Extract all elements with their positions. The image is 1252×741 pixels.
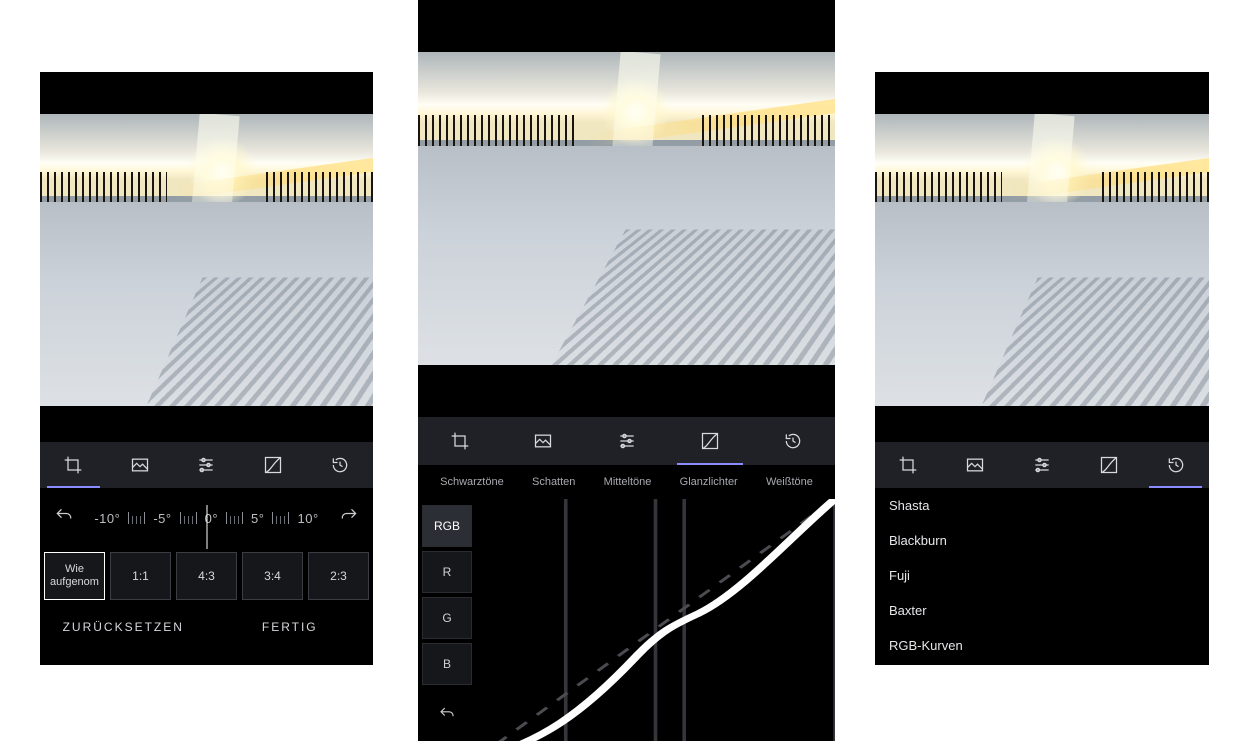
edit-toolbar xyxy=(40,442,373,488)
image-tab[interactable] xyxy=(501,417,584,465)
history-tab[interactable] xyxy=(306,442,373,488)
rotate-left-icon[interactable] xyxy=(54,506,74,529)
letterbox xyxy=(418,365,835,417)
footer-bar: ZURÜCKSETZEN FERTIG xyxy=(40,604,373,650)
phone-curves-screen: Schwarztöne Schatten Mitteltöne Glanzlic… xyxy=(418,0,835,741)
deg-label: 10° xyxy=(297,511,318,526)
crop-tab[interactable] xyxy=(40,442,107,488)
aspect-1-1-button[interactable]: 1:1 xyxy=(110,552,171,600)
channel-column: RGB R G B xyxy=(418,499,476,741)
phone-crop-screen: -10° -5° 0° 5° 10° Wie aufgenom 1:1 4:3 … xyxy=(40,72,373,665)
rotate-right-icon[interactable] xyxy=(339,506,359,529)
tone-shadows[interactable]: Schatten xyxy=(532,476,575,488)
curves-tab[interactable] xyxy=(668,417,751,465)
preset-baxter[interactable]: Baxter xyxy=(875,593,1209,628)
channel-g-button[interactable]: G xyxy=(422,597,472,639)
tone-whites[interactable]: Weißtöne xyxy=(766,476,813,488)
phone-presets-screen: Shasta Blackburn Fuji Baxter RGB-Kurven … xyxy=(875,72,1209,665)
preview-image[interactable] xyxy=(418,52,835,365)
sliders-tab[interactable] xyxy=(173,442,240,488)
tone-blacks[interactable]: Schwarztöne xyxy=(440,476,504,488)
tone-zone-tabs: Schwarztöne Schatten Mitteltöne Glanzlic… xyxy=(418,465,835,499)
deg-label: -5° xyxy=(153,511,171,526)
sliders-tab[interactable] xyxy=(585,417,668,465)
curve-editor: RGB R G B xyxy=(418,499,835,741)
image-tab[interactable] xyxy=(942,442,1009,488)
preset-fuji[interactable]: Fuji xyxy=(875,558,1209,593)
aspect-2-3-button[interactable]: 2:3 xyxy=(308,552,369,600)
preset-as-shot[interactable]: Wie aufgenommen xyxy=(875,663,1209,665)
sliders-tab[interactable] xyxy=(1009,442,1076,488)
curves-tab[interactable] xyxy=(240,442,307,488)
letterbox xyxy=(875,406,1209,442)
preset-rgb-curves[interactable]: RGB-Kurven xyxy=(875,628,1209,663)
edit-toolbar xyxy=(875,442,1209,488)
image-tab[interactable] xyxy=(107,442,174,488)
tone-midtones[interactable]: Mitteltöne xyxy=(604,476,652,488)
center-tick xyxy=(206,505,207,549)
undo-curve-icon[interactable] xyxy=(422,697,472,731)
deg-label: -10° xyxy=(94,511,120,526)
crop-tab[interactable] xyxy=(875,442,942,488)
done-button[interactable]: FERTIG xyxy=(207,619,374,635)
preset-list: Shasta Blackburn Fuji Baxter RGB-Kurven … xyxy=(875,488,1209,665)
aspect-4-3-button[interactable]: 4:3 xyxy=(176,552,237,600)
edit-toolbar xyxy=(418,417,835,465)
preview-image[interactable] xyxy=(875,114,1209,406)
deg-label: 5° xyxy=(251,511,264,526)
curve-canvas[interactable] xyxy=(476,499,835,741)
history-tab[interactable] xyxy=(1142,442,1209,488)
tone-highlights[interactable]: Glanzlichter xyxy=(680,476,738,488)
preview-image[interactable] xyxy=(40,114,373,406)
degree-scale[interactable]: -10° -5° 0° 5° 10° xyxy=(94,511,318,526)
letterbox xyxy=(40,406,373,442)
channel-b-button[interactable]: B xyxy=(422,643,472,685)
reset-button[interactable]: ZURÜCKSETZEN xyxy=(40,619,207,635)
history-tab[interactable] xyxy=(752,417,835,465)
channel-rgb-button[interactable]: RGB xyxy=(422,505,472,547)
curves-tab[interactable] xyxy=(1075,442,1142,488)
preset-shasta[interactable]: Shasta xyxy=(875,488,1209,523)
aspect-ratio-row: Wie aufgenom 1:1 4:3 3:4 2:3 xyxy=(40,548,373,604)
rotation-slider[interactable]: -10° -5° 0° 5° 10° xyxy=(40,488,373,548)
channel-r-button[interactable]: R xyxy=(422,551,472,593)
crop-tab[interactable] xyxy=(418,417,501,465)
aspect-as-shot-button[interactable]: Wie aufgenom xyxy=(44,552,105,600)
aspect-3-4-button[interactable]: 3:4 xyxy=(242,552,303,600)
preset-blackburn[interactable]: Blackburn xyxy=(875,523,1209,558)
